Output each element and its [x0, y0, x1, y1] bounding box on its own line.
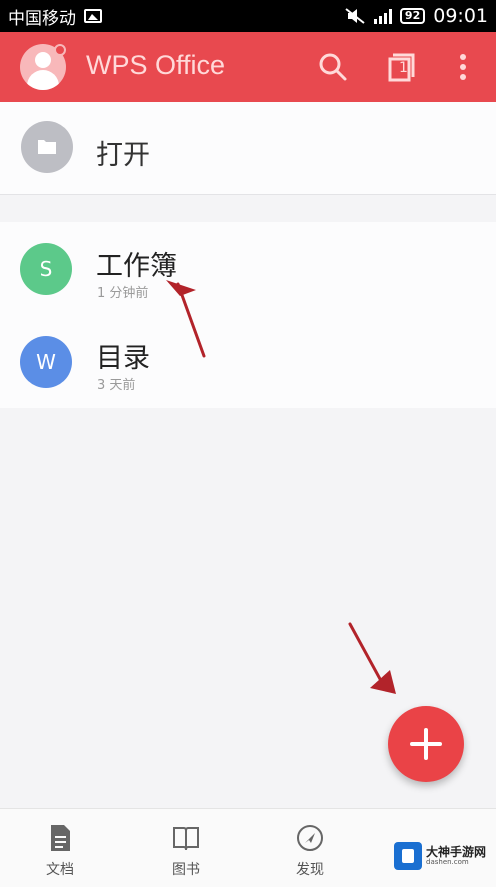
document-icon: [51, 825, 70, 851]
tab-documents[interactable]: 文档: [10, 809, 110, 887]
arrow-to-fab: [348, 622, 396, 694]
watermark-logo-icon: [394, 842, 422, 870]
tab-discover[interactable]: 发现: [260, 809, 360, 887]
watermark-text: 大神手游网: [426, 845, 487, 859]
watermark-subtext: dashen.com: [426, 858, 469, 866]
plus-icon: [410, 728, 442, 760]
arrow-to-file: [166, 280, 206, 358]
watermark: 大神手游网 dashen.com: [394, 836, 494, 876]
tab-label: 发现: [296, 862, 324, 878]
tab-books[interactable]: 图书: [136, 809, 236, 887]
new-document-fab[interactable]: [388, 706, 464, 782]
tab-label: 图书: [172, 862, 200, 878]
compass-icon: [297, 825, 323, 851]
tab-label: 文档: [46, 862, 74, 878]
book-icon: [173, 827, 199, 851]
